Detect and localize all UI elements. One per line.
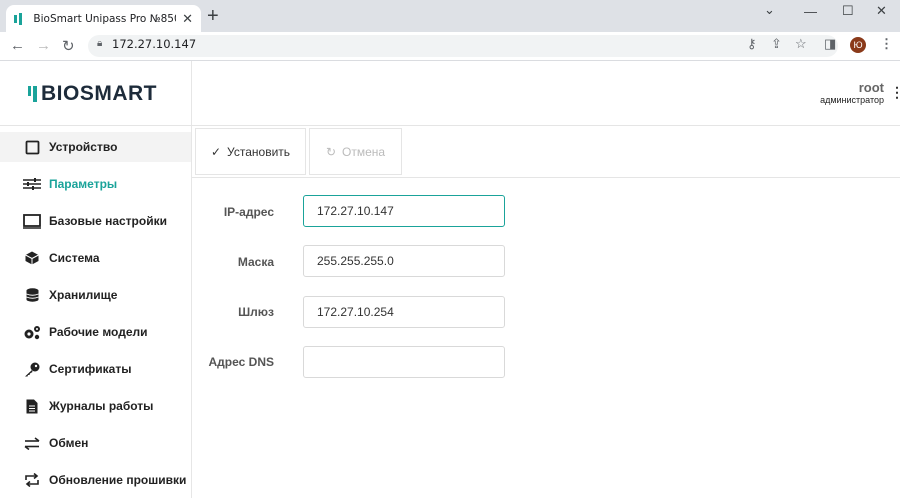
action-bar: ✓ Установить ↻ Отмена — [192, 126, 900, 178]
tab-title: BioSmart Unipass Pro №850029 — [33, 12, 176, 25]
maximize-button[interactable]: ☐ — [842, 3, 854, 19]
lock-icon[interactable]: 🔒︎ — [97, 38, 102, 49]
key-icon — [23, 361, 41, 377]
gateway-input[interactable] — [303, 296, 505, 328]
key-icon[interactable]: ⚷ — [747, 36, 757, 52]
sidebar-item-basic-settings[interactable]: Базовые настройки — [0, 206, 191, 236]
user-role: администратор — [820, 95, 884, 105]
sidebar-item-exchange[interactable]: Обмен — [0, 428, 191, 458]
sidebar-item-label: Обновление прошивки — [49, 473, 187, 487]
browser-tabstrip: BioSmart Unipass Pro №850029 ✕ + ⌄ — ☐ ✕ — [0, 0, 900, 32]
install-button-label: Установить — [227, 144, 291, 159]
side-panel-icon[interactable]: ◨ — [824, 36, 836, 52]
forward-icon: → — [36, 37, 51, 54]
dns-label: Адрес DNS — [208, 355, 274, 369]
reload-icon[interactable]: ↻ — [62, 37, 75, 55]
gateway-label: Шлюз — [238, 305, 274, 319]
sidebar-item-parameters[interactable]: Параметры — [0, 169, 191, 199]
database-icon — [23, 287, 41, 303]
sidebar-item-storage[interactable]: Хранилище — [0, 280, 191, 310]
dns-input[interactable] — [303, 346, 505, 378]
sidebar-item-work-models[interactable]: Рабочие модели — [0, 317, 191, 347]
window-close-button[interactable]: ✕ — [876, 3, 887, 19]
sidebar-item-label: Система — [49, 251, 100, 265]
mask-input[interactable] — [303, 245, 505, 277]
sidebar-item-label: Базовые настройки — [49, 214, 167, 228]
new-tab-button[interactable]: + — [207, 6, 219, 26]
user-info[interactable]: root администратор — [820, 80, 884, 105]
refresh-icon — [23, 472, 41, 488]
cancel-button[interactable]: ↻ Отмена — [309, 128, 402, 175]
minimize-button[interactable]: — — [804, 4, 817, 19]
undo-icon: ↻ — [325, 144, 336, 159]
check-icon: ✓ — [210, 144, 222, 159]
url-text[interactable]: 172.27.10.147 — [112, 37, 196, 51]
sidebar-item-logs[interactable]: Журналы работы — [0, 391, 191, 421]
share-icon[interactable]: ⇪ — [771, 36, 782, 52]
tab-search-icon[interactable]: ⌄ — [764, 2, 775, 18]
sidebar-item-label: Журналы работы — [49, 399, 154, 413]
install-button[interactable]: ✓ Установить — [195, 128, 306, 175]
ip-address-input[interactable] — [303, 195, 505, 227]
sidebar-item-label: Устройство — [49, 140, 118, 154]
exchange-icon — [23, 435, 41, 451]
sliders-icon — [23, 176, 41, 192]
sidebar-item-system[interactable]: Система — [0, 243, 191, 273]
profile-avatar[interactable]: Ю — [850, 37, 866, 53]
logo-text: BIOSMART — [41, 82, 157, 105]
biosmart-favicon-icon — [14, 12, 25, 25]
bookmark-star-icon[interactable]: ☆ — [795, 36, 807, 52]
sidebar-item-label: Хранилище — [49, 288, 118, 302]
ip-label: IP-адрес — [223, 205, 274, 219]
monitor-icon — [23, 213, 41, 229]
address-bar[interactable] — [88, 35, 838, 57]
user-name: root — [858, 80, 884, 95]
tablet-icon — [23, 139, 41, 155]
browser-menu-icon[interactable]: ⋮ — [880, 36, 893, 52]
back-icon[interactable]: ← — [10, 37, 25, 54]
sidebar-item-certificates[interactable]: Сертификаты — [0, 354, 191, 384]
tab-close-icon[interactable]: ✕ — [182, 11, 193, 27]
logo-mark-icon — [28, 86, 37, 102]
cancel-button-label: Отмена — [342, 144, 386, 159]
cube-icon — [23, 250, 41, 266]
gears-icon — [23, 324, 41, 340]
sidebar-item-label: Обмен — [49, 436, 89, 450]
sidebar-item-firmware-update[interactable]: Обновление прошивки — [0, 465, 191, 495]
sidebar-item-label: Рабочие модели — [49, 325, 148, 339]
browser-tab[interactable]: BioSmart Unipass Pro №850029 ✕ — [6, 5, 201, 32]
mask-label: Маска — [237, 255, 274, 269]
sidebar-item-device[interactable]: Устройство — [0, 132, 191, 162]
sidebar-item-label: Сертификаты — [49, 362, 132, 376]
user-menu-icon[interactable]: ⋮ — [890, 84, 900, 101]
sidebar-item-label: Параметры — [49, 177, 118, 191]
biosmart-logo: BIOSMART — [28, 82, 157, 106]
file-icon — [23, 398, 41, 414]
